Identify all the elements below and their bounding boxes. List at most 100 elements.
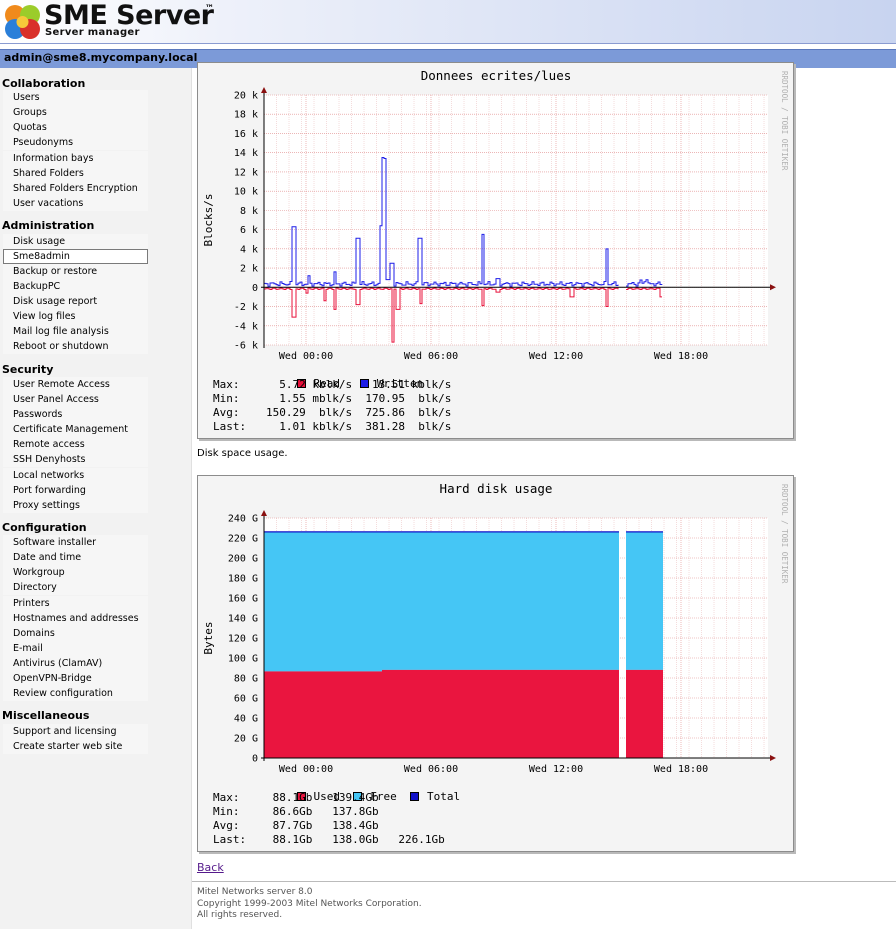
nav-item-shared-folders-encryption[interactable]: Shared Folders Encryption (3, 181, 148, 196)
nav-item-quotas[interactable]: Quotas (3, 120, 148, 135)
free-area (382, 531, 619, 670)
nav-item-backup-or-restore[interactable]: Backup or restore (3, 264, 148, 279)
y-tick-label: 10 k (234, 187, 258, 198)
nav-item-directory[interactable]: Directory (3, 580, 148, 595)
disk-stat-last: Last: 88.1Gb 138.0Gb 226.1Gb (213, 833, 445, 846)
y-tick-label: 0 (252, 283, 258, 294)
y-tick-label: 100 G (228, 654, 258, 665)
y-axis-label: Bytes (202, 621, 215, 654)
nav-item-certificate-management[interactable]: Certificate Management (3, 422, 148, 437)
y-tick-label: 160 G (228, 594, 258, 605)
nav-item-mail-log-analysis[interactable]: Mail log file analysis (3, 324, 148, 339)
brand-subtitle: Server manager (45, 27, 140, 38)
nav-item-local-networks[interactable]: Local networks (3, 468, 148, 483)
y-tick-label: 18 k (234, 110, 258, 121)
nav-item-antivirus[interactable]: Antivirus (ClamAV) (3, 656, 148, 671)
nav-item-email[interactable]: E-mail (3, 641, 148, 656)
nav-item-hostnames-and-addresses[interactable]: Hostnames and addresses (3, 611, 148, 626)
used-area (264, 671, 382, 758)
io-stat-avg: Avg: 150.29 blk/s 725.86 blk/s (213, 406, 452, 419)
nav-item-user-remote-access[interactable]: User Remote Access (3, 377, 148, 392)
y-tick-label: 0 (252, 754, 258, 765)
plot-area (264, 95, 768, 345)
nav-section-title: Configuration (2, 521, 87, 534)
io-stat-min: Min: 1.55 mblk/s 170.95 blk/s (213, 392, 452, 405)
y-tick-label: 20 k (234, 91, 258, 102)
nav-item-domains[interactable]: Domains (3, 626, 148, 641)
disk-stat-avg: Avg: 87.7Gb 138.4Gb (213, 819, 379, 832)
used-area (626, 669, 663, 758)
nav-item-ssh-denyhosts[interactable]: SSH Denyhosts (3, 452, 148, 467)
nav-item-shared-folders[interactable]: Shared Folders (3, 166, 148, 181)
y-tick-label: 2 k (240, 264, 258, 275)
nav-item-reboot-or-shutdown[interactable]: Reboot or shutdown (3, 339, 148, 354)
y-tick-label: 120 G (228, 634, 258, 645)
x-tick-label: Wed 18:00 (654, 351, 708, 362)
nav-item-groups[interactable]: Groups (3, 105, 148, 120)
nav-item-date-and-time[interactable]: Date and time (3, 550, 148, 565)
free-area (264, 531, 382, 672)
sidebar: Collaboration Users Groups Quotas Pseudo… (0, 68, 192, 929)
x-tick-label: Wed 12:00 (529, 764, 583, 775)
y-tick-label: 40 G (234, 714, 258, 725)
total-swatch-icon (410, 792, 419, 801)
nav-item-user-vacations[interactable]: User vacations (3, 196, 148, 211)
y-tick-label: -2 k (234, 302, 258, 313)
y-tick-label: 200 G (228, 554, 258, 565)
y-tick-label: 140 G (228, 614, 258, 625)
nav-item-printers[interactable]: Printers (3, 596, 148, 611)
io-stat-last: Last: 1.01 kblk/s 381.28 blk/s (213, 420, 452, 433)
io-graph: 20 k 18 k 16 k 14 k 12 k 10 k 8 k 6 k 4 k 2 k 0 -2 … (197, 62, 794, 439)
nav-item-review-configuration[interactable]: Review configuration (3, 686, 148, 701)
back-link[interactable]: Back (197, 861, 224, 874)
io-stat-max: Max: 5.72 kblk/s 13.51 kblk/s (213, 378, 452, 391)
y-tick-label: 4 k (240, 244, 258, 255)
disk-stat-max: Max: 88.1Gb 139.4Gb (213, 791, 379, 804)
nav-item-proxy-settings[interactable]: Proxy settings (3, 498, 148, 513)
nav-item-view-log-files[interactable]: View log files (3, 309, 148, 324)
footer-rights: All rights reserved. (197, 910, 283, 920)
logged-in-user: admin@sme8.mycompany.local (4, 51, 198, 64)
y-tick-label: 20 G (234, 734, 258, 745)
used-area (382, 669, 619, 758)
footer-product: Mitel Networks server 8.0 (197, 887, 313, 897)
nav-item-backuppc[interactable]: BackupPC (3, 279, 148, 294)
nav-item-workgroup[interactable]: Workgroup (3, 565, 148, 580)
x-tick-label: Wed 06:00 (404, 764, 458, 775)
rrdtool-watermark: RRDTOOL / TOBI OETIKER (780, 71, 789, 171)
nav-item-disk-usage[interactable]: Disk usage (3, 234, 148, 249)
y-tick-label: -4 k (234, 321, 258, 332)
nav-item-remote-access[interactable]: Remote access (3, 437, 148, 452)
disk-graph: 240 G 220 G 200 G 180 G 160 G 140 G 120 G 100 G… (197, 475, 794, 852)
y-tick-label: 60 G (234, 694, 258, 705)
y-axis-arrow-icon (261, 510, 267, 516)
nav-item-port-forwarding[interactable]: Port forwarding (3, 483, 148, 498)
nav-section-title: Collaboration (2, 77, 86, 90)
y-tick-label: 16 k (234, 129, 258, 140)
y-tick-label: 80 G (234, 674, 258, 685)
nav-item-openvpn-bridge[interactable]: OpenVPN-Bridge (3, 671, 148, 686)
nav-section-title: Security (2, 363, 54, 376)
graph-title: Donnees ecrites/lues (421, 68, 572, 83)
free-area (626, 531, 663, 670)
y-tick-label: 180 G (228, 574, 258, 585)
disk-caption: Disk space usage. (197, 448, 288, 459)
y-tick-label: -6 k (234, 341, 258, 352)
nav-item-sme8admin[interactable]: Sme8admin (3, 249, 148, 264)
nav-item-information-bays[interactable]: Information bays (3, 151, 148, 166)
nav-item-disk-usage-report[interactable]: Disk usage report (3, 294, 148, 309)
y-tick-label: 12 k (234, 167, 258, 178)
nav-item-pseudonyms[interactable]: Pseudonyms (3, 135, 148, 150)
x-tick-label: Wed 06:00 (404, 351, 458, 362)
nav-item-create-starter-web-site[interactable]: Create starter web site (3, 739, 148, 754)
nav-item-software-installer[interactable]: Software installer (3, 535, 148, 550)
disk-stat-min: Min: 86.6Gb 137.8Gb (213, 805, 379, 818)
x-tick-label: Wed 00:00 (279, 351, 333, 362)
brand-trademark: ™ (205, 4, 214, 14)
nav-item-users[interactable]: Users (3, 90, 148, 105)
nav-item-user-panel-access[interactable]: User Panel Access (3, 392, 148, 407)
x-axis-arrow-icon (770, 284, 776, 291)
nav-item-support-and-licensing[interactable]: Support and licensing (3, 724, 148, 739)
nav-item-passwords[interactable]: Passwords (3, 407, 148, 422)
sme-logo-icon (5, 5, 40, 39)
